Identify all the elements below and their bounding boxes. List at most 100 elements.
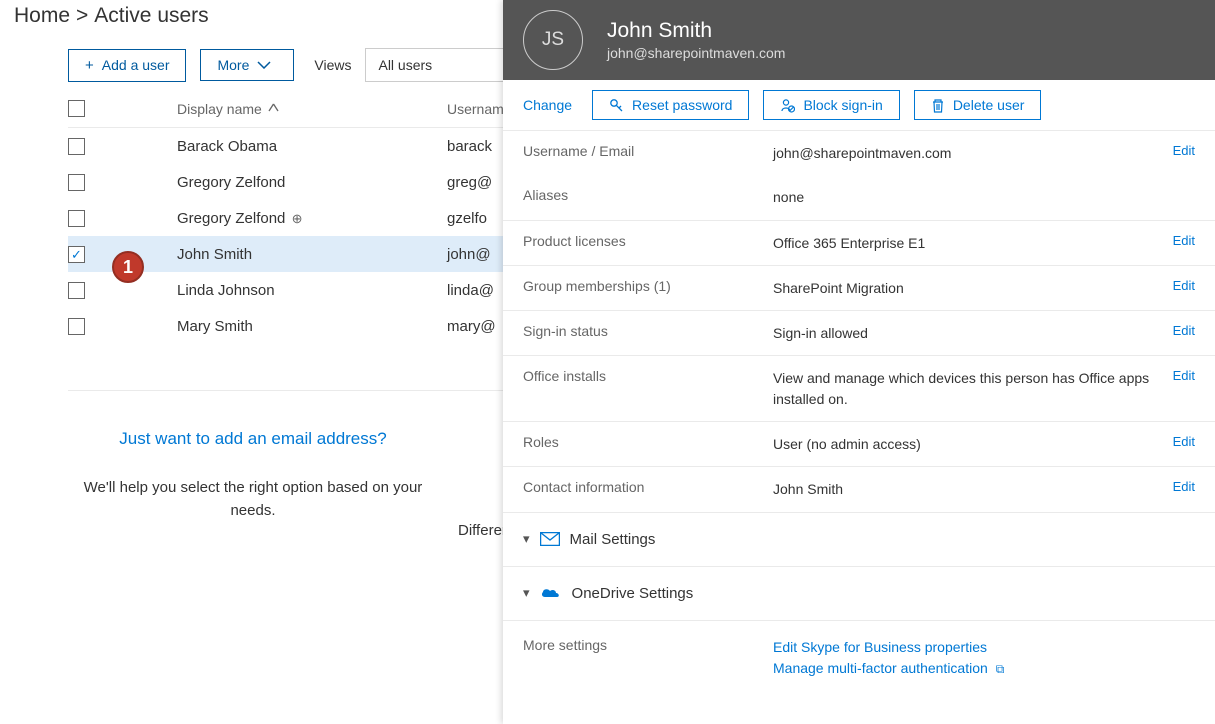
- block-user-icon: [780, 98, 795, 113]
- row-display-name: Linda Johnson: [177, 282, 447, 299]
- plus-icon: +: [85, 57, 94, 74]
- detail-label: Username / Email: [523, 143, 773, 159]
- detail-label: Group memberships (1): [523, 278, 773, 294]
- avatar: JS: [523, 10, 583, 70]
- breadcrumb-current: Active users: [94, 4, 208, 28]
- detail-value: View and manage which devices this perso…: [773, 368, 1163, 409]
- detail-value: John Smith: [773, 479, 1163, 499]
- more-settings-label: More settings: [523, 637, 773, 680]
- chevron-down-icon: [257, 61, 271, 69]
- detail-username: Username / Email john@sharepointmaven.co…: [503, 131, 1215, 175]
- detail-value: Office 365 Enterprise E1: [773, 233, 1163, 253]
- row-checkbox[interactable]: [68, 174, 85, 191]
- row-username: mary@: [447, 318, 496, 335]
- views-label: Views: [314, 57, 351, 73]
- detail-signin: Sign-in status Sign-in allowed Edit: [503, 311, 1215, 356]
- row-checkbox[interactable]: [68, 318, 85, 335]
- row-username: linda@: [447, 282, 494, 299]
- mail-settings-toggle[interactable]: ▾ Mail Settings: [503, 513, 1215, 567]
- breadcrumb-home[interactable]: Home: [14, 4, 70, 28]
- column-display-name-label: Display name: [177, 101, 262, 117]
- block-signin-label: Block sign-in: [803, 97, 882, 113]
- helper-title[interactable]: Just want to add an email address?: [68, 429, 438, 449]
- panel-header: JS John Smith john@sharepointmaven.com: [503, 0, 1215, 80]
- detail-value: none: [773, 187, 1195, 207]
- detail-label: Roles: [523, 434, 773, 450]
- edit-link[interactable]: Edit: [1173, 233, 1195, 248]
- edit-link[interactable]: Edit: [1173, 143, 1195, 158]
- detail-installs: Office installs View and manage which de…: [503, 356, 1215, 422]
- detail-contact: Contact information John Smith Edit: [503, 467, 1215, 512]
- more-label: More: [217, 57, 249, 73]
- trash-icon: [931, 98, 945, 113]
- mail-icon: [540, 532, 560, 546]
- row-display-name: Gregory Zelfond: [177, 174, 447, 191]
- row-username: john@: [447, 246, 491, 263]
- callout-badge-1: 1: [112, 251, 144, 283]
- panel-user-email: john@sharepointmaven.com: [607, 45, 785, 61]
- edit-link[interactable]: Edit: [1173, 278, 1195, 293]
- row-username: gzelfo: [447, 210, 487, 227]
- panel-actions: Change Reset password Block sign-in Dele…: [503, 80, 1215, 131]
- row-display-name: Barack Obama: [177, 138, 447, 155]
- edit-link[interactable]: Edit: [1173, 368, 1195, 383]
- row-username: barack: [447, 138, 492, 155]
- edit-link[interactable]: Edit: [1173, 434, 1195, 449]
- detail-licenses: Product licenses Office 365 Enterprise E…: [503, 221, 1215, 266]
- row-checkbox[interactable]: [68, 282, 85, 299]
- select-all-checkbox[interactable]: [68, 100, 85, 117]
- more-button[interactable]: More: [200, 49, 294, 81]
- detail-label: Office installs: [523, 368, 773, 384]
- helper-subtitle: We'll help you select the right option b…: [68, 477, 438, 522]
- detail-value: SharePoint Migration: [773, 278, 1163, 298]
- block-signin-button[interactable]: Block sign-in: [763, 90, 899, 120]
- change-link[interactable]: Change: [523, 97, 572, 113]
- key-icon: [609, 98, 624, 113]
- edit-link[interactable]: Edit: [1173, 323, 1195, 338]
- breadcrumb-separator: >: [76, 4, 88, 28]
- views-dropdown[interactable]: All users: [365, 48, 510, 82]
- detail-value: Sign-in allowed: [773, 323, 1163, 343]
- more-settings-row: More settings Edit Skype for Business pr…: [503, 621, 1215, 684]
- skype-properties-link[interactable]: Edit Skype for Business properties: [773, 637, 1004, 659]
- onedrive-icon: [540, 586, 562, 600]
- panel-user-name: John Smith: [607, 19, 785, 43]
- row-username: greg@: [447, 174, 492, 191]
- reset-password-button[interactable]: Reset password: [592, 90, 749, 120]
- column-username[interactable]: Username: [447, 101, 512, 117]
- column-display-name[interactable]: Display name: [177, 101, 447, 117]
- detail-label: Product licenses: [523, 233, 773, 249]
- globe-icon: ⊕: [292, 211, 303, 226]
- detail-label: Aliases: [523, 187, 773, 203]
- external-link-icon: ⧉: [996, 662, 1005, 676]
- user-detail-panel: JS John Smith john@sharepointmaven.com C…: [503, 0, 1215, 724]
- reset-password-label: Reset password: [632, 97, 732, 113]
- chevron-down-icon: ▾: [523, 531, 530, 547]
- column-username-label: Username: [447, 101, 512, 117]
- edit-link[interactable]: Edit: [1173, 479, 1195, 494]
- row-display-name: John Smith: [177, 246, 447, 263]
- delete-user-label: Delete user: [953, 97, 1025, 113]
- views-value: All users: [378, 57, 432, 73]
- add-user-button[interactable]: + Add a user: [68, 49, 186, 82]
- detail-label: Sign-in status: [523, 323, 773, 339]
- onedrive-settings-label: OneDrive Settings: [572, 585, 694, 602]
- row-checkbox[interactable]: [68, 210, 85, 227]
- row-display-name: Gregory Zelfond ⊕: [177, 210, 447, 227]
- detail-value: User (no admin access): [773, 434, 1163, 454]
- row-checkbox[interactable]: [68, 246, 85, 263]
- sort-ascending-icon: [268, 103, 279, 114]
- detail-groups: Group memberships (1) SharePoint Migrati…: [503, 266, 1215, 311]
- detail-aliases: Aliases none: [503, 175, 1215, 220]
- detail-roles: Roles User (no admin access) Edit: [503, 422, 1215, 467]
- mfa-link[interactable]: Manage multi-factor authentication ⧉: [773, 658, 1004, 680]
- mfa-link-label: Manage multi-factor authentication: [773, 660, 988, 676]
- mail-settings-label: Mail Settings: [570, 531, 656, 548]
- chevron-down-icon: ▾: [523, 585, 530, 601]
- helper-section: Just want to add an email address? We'll…: [68, 429, 438, 522]
- onedrive-settings-toggle[interactable]: ▾ OneDrive Settings: [503, 567, 1215, 621]
- row-display-name: Mary Smith: [177, 318, 447, 335]
- delete-user-button[interactable]: Delete user: [914, 90, 1042, 120]
- row-checkbox[interactable]: [68, 138, 85, 155]
- add-user-label: Add a user: [102, 57, 170, 73]
